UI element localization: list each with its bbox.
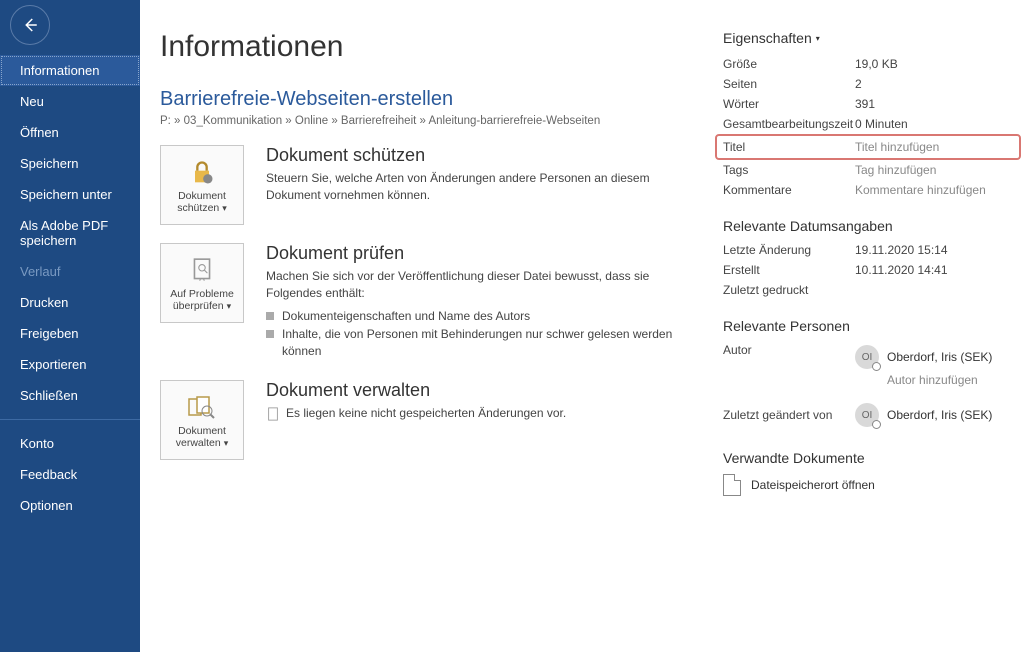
prop-comments-value[interactable]: Kommentare hinzufügen (855, 183, 986, 197)
manage-tile-label: Dokument verwalten (176, 425, 226, 449)
prop-created-label: Erstellt (723, 263, 855, 277)
sidebar-item-account[interactable]: Konto (0, 428, 140, 459)
sidebar-item-feedback[interactable]: Feedback (0, 459, 140, 490)
prop-title-row-highlighted: Titel Titel hinzufügen (715, 134, 1021, 160)
sidebar-divider (0, 419, 140, 420)
sidebar-item-saveas[interactable]: Speichern unter (0, 179, 140, 210)
manage-section-desc: Es liegen keine nicht gespeicherten Ände… (266, 405, 683, 422)
protect-tile-label: Dokument schützen (177, 190, 226, 214)
avatar: OI (855, 345, 879, 369)
sidebar-item-information[interactable]: Informationen (0, 55, 140, 86)
sidebar-item-export[interactable]: Exportieren (0, 349, 140, 380)
author-person[interactable]: OI Oberdorf, Iris (SEK) (855, 343, 992, 371)
prop-size-label: Größe (723, 57, 855, 71)
prop-edittime-label: Gesamtbearbeitungszeit (723, 117, 855, 131)
inspect-tile-label: Auf Probleme überprüfen (170, 288, 234, 312)
sidebar-item-options[interactable]: Optionen (0, 490, 140, 521)
add-author-field[interactable]: Autor hinzufügen (887, 373, 992, 387)
bullet-icon (266, 330, 274, 338)
arrow-left-icon (21, 16, 39, 34)
inspect-section-title: Dokument prüfen (266, 243, 683, 264)
sidebar-item-close[interactable]: Schließen (0, 380, 140, 411)
prop-modified-label: Letzte Änderung (723, 243, 855, 257)
chevron-down-icon: ▾ (222, 203, 227, 213)
dates-header: Relevante Datumsangaben (723, 218, 1015, 234)
presence-indicator (872, 362, 881, 371)
prop-words-value: 391 (855, 97, 875, 111)
document-name: Barrierefreie-Webseiten-erstellen (160, 88, 683, 111)
inspect-item: Dokumenteigenschaften und Name des Autor… (266, 308, 683, 325)
protect-document-tile[interactable]: Dokument schützen▾ (160, 145, 244, 225)
prop-created-value: 10.11.2020 14:41 (855, 263, 948, 277)
linked-header: Verwandte Dokumente (723, 450, 1015, 466)
inspect-document-tile[interactable]: Auf Probleme überprüfen▾ (160, 243, 244, 323)
bullet-icon (266, 312, 274, 320)
sidebar-item-savepdf[interactable]: Als Adobe PDF speichern (0, 210, 140, 256)
protect-section-title: Dokument schützen (266, 145, 683, 166)
backstage-sidebar: Informationen Neu Öffnen Speichern Speic… (0, 0, 140, 652)
chevron-down-icon: ▾ (227, 301, 232, 311)
lastmod-name: Oberdorf, Iris (SEK) (887, 408, 992, 422)
page-title: Informationen (160, 30, 683, 64)
chevron-down-icon: ▾ (816, 34, 820, 43)
sidebar-item-print[interactable]: Drucken (0, 287, 140, 318)
document-icon (723, 474, 741, 496)
author-name: Oberdorf, Iris (SEK) (887, 350, 992, 364)
sidebar-item-history: Verlauf (0, 256, 140, 287)
prop-tags-label: Tags (723, 163, 855, 177)
prop-edittime-value: 0 Minuten (855, 117, 908, 131)
prop-printed-label: Zuletzt gedruckt (723, 283, 855, 297)
inspect-icon (189, 257, 215, 285)
inspect-item: Inhalte, die von Personen mit Behinderun… (266, 326, 683, 360)
open-file-location[interactable]: Dateispeicherort öffnen (723, 474, 1015, 496)
sidebar-item-share[interactable]: Freigeben (0, 318, 140, 349)
manage-section-title: Dokument verwalten (266, 380, 683, 401)
prop-pages-label: Seiten (723, 77, 855, 91)
back-button[interactable] (10, 5, 50, 45)
prop-pages-value: 2 (855, 77, 862, 91)
people-header: Relevante Personen (723, 318, 1015, 334)
prop-comments-label: Kommentare (723, 183, 855, 197)
avatar: OI (855, 403, 879, 427)
protect-section-desc: Steuern Sie, welche Arten von Änderungen… (266, 170, 683, 204)
prop-lastmodby-label: Zuletzt geändert von (723, 408, 855, 422)
lock-icon (188, 159, 216, 187)
prop-tags-value[interactable]: Tag hinzufügen (855, 163, 936, 177)
inspect-section-desc: Machen Sie sich vor der Veröffentlichung… (266, 268, 683, 302)
presence-indicator (872, 420, 881, 429)
breadcrumb: P: » 03_Kommunikation » Online » Barrier… (160, 115, 683, 127)
prop-author-label: Autor (723, 343, 855, 357)
prop-words-label: Wörter (723, 97, 855, 111)
sidebar-item-new[interactable]: Neu (0, 86, 140, 117)
prop-size-value: 19,0 KB (855, 57, 898, 71)
lastmod-person[interactable]: OI Oberdorf, Iris (SEK) (855, 401, 992, 429)
chevron-down-icon: ▾ (224, 438, 229, 448)
manage-icon (187, 395, 217, 421)
manage-document-tile[interactable]: Dokument verwalten▾ (160, 380, 244, 460)
document-icon (266, 407, 280, 421)
properties-dropdown[interactable]: Eigenschaften▾ (723, 30, 1015, 46)
prop-title-value[interactable]: Titel hinzufügen (855, 140, 939, 154)
prop-modified-value: 19.11.2020 15:14 (855, 243, 948, 257)
sidebar-item-save[interactable]: Speichern (0, 148, 140, 179)
main-content: Informationen Barrierefreie-Webseiten-er… (140, 0, 1023, 652)
sidebar-item-open[interactable]: Öffnen (0, 117, 140, 148)
prop-title-label: Titel (723, 140, 855, 154)
